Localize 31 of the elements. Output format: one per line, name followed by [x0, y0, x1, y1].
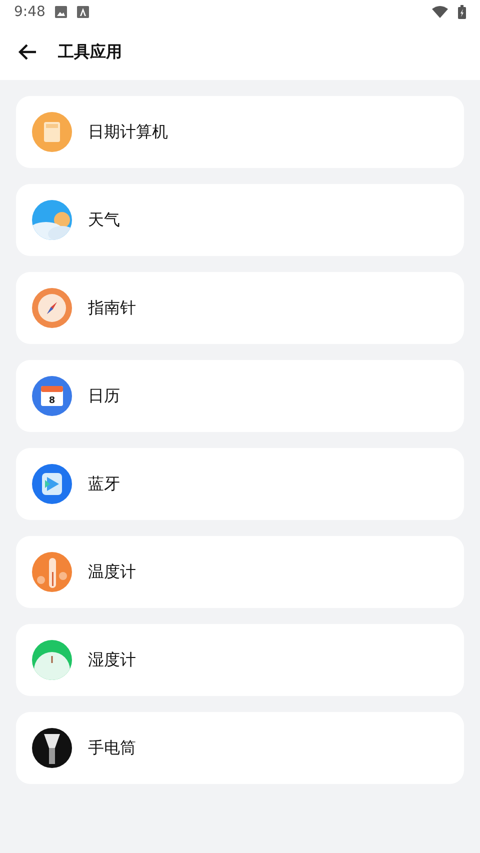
tool-item[interactable]: 蓝牙 [16, 448, 464, 520]
tool-label: 天气 [88, 210, 120, 230]
tool-item[interactable]: 湿度计 [16, 624, 464, 696]
weather-icon [32, 200, 72, 240]
compass-icon [32, 288, 72, 328]
tool-item[interactable]: 温度计 [16, 536, 464, 608]
tool-item[interactable]: 天气 [16, 184, 464, 256]
calendar-icon: 8 [32, 376, 72, 416]
tool-item[interactable]: 指南针 [16, 272, 464, 344]
page-title: 工具应用 [58, 42, 122, 62]
battery-icon [458, 5, 466, 19]
thermometer-icon [32, 552, 72, 592]
tool-label: 温度计 [88, 562, 136, 582]
tool-label: 日历 [88, 386, 120, 406]
flashlight-icon [32, 728, 72, 768]
status-time: 9:48 [14, 4, 46, 20]
tool-label: 湿度计 [88, 650, 136, 670]
hygrometer-icon [32, 640, 72, 680]
image-icon [55, 6, 68, 18]
app-notification-icon [77, 6, 90, 18]
calculator-icon [32, 112, 72, 152]
wifi-icon [432, 6, 448, 18]
back-arrow-icon[interactable] [18, 42, 38, 62]
tool-item[interactable]: 日期计算机 [16, 96, 464, 168]
tool-item[interactable]: 8 日历 [16, 360, 464, 432]
tool-item[interactable]: 手电筒 [16, 712, 464, 784]
tool-label: 蓝牙 [88, 474, 120, 494]
tool-label: 指南针 [88, 298, 136, 318]
tool-label: 手电筒 [88, 738, 136, 758]
tool-label: 日期计算机 [88, 122, 168, 142]
play-icon [32, 464, 72, 504]
